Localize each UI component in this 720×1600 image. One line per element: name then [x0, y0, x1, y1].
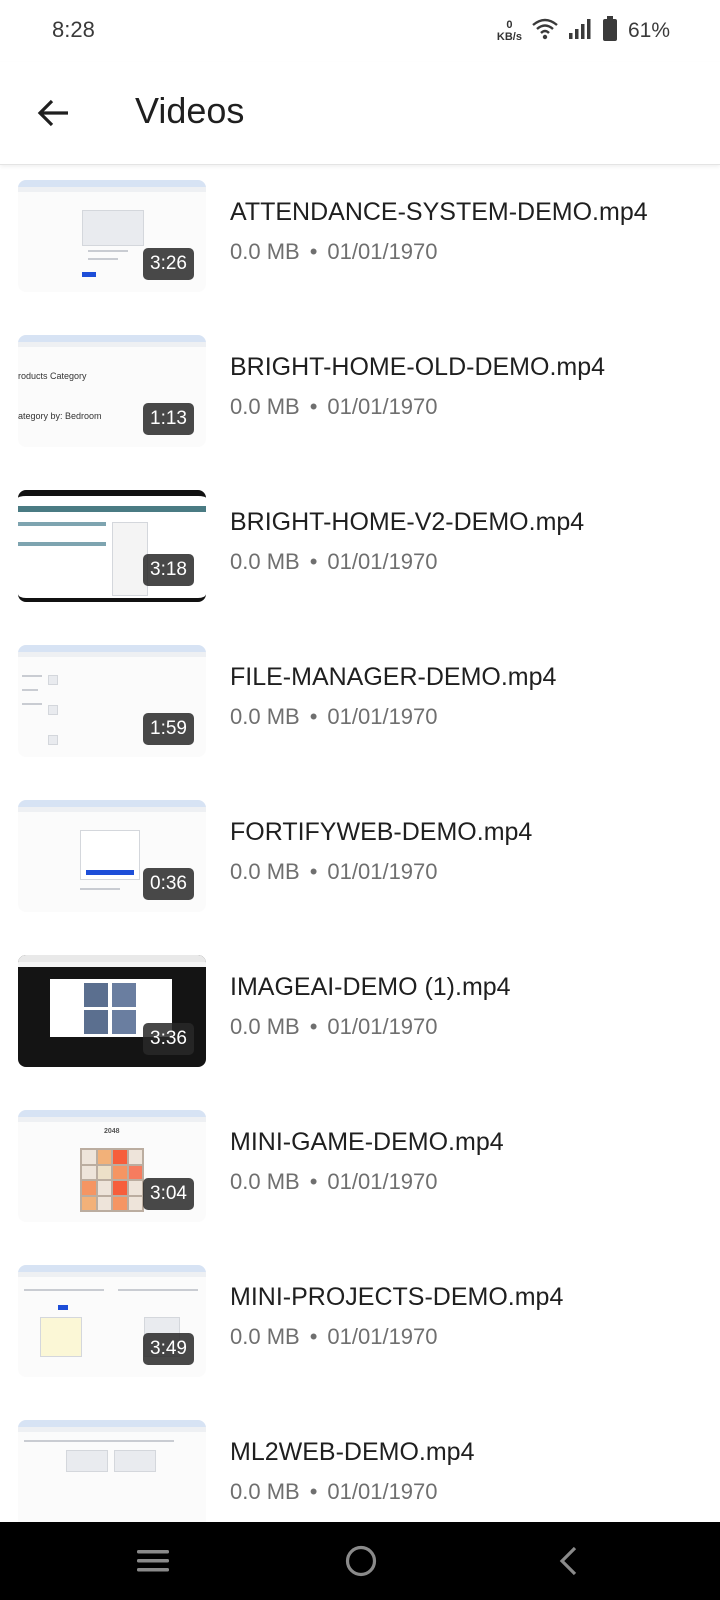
video-duration: 3:04 — [143, 1178, 194, 1210]
system-nav-bar — [0, 1522, 720, 1600]
back-triangle-icon — [559, 1546, 577, 1576]
video-size: 0.0 MB — [230, 1014, 300, 1039]
recents-icon — [137, 1550, 169, 1572]
battery-percent: 61% — [627, 19, 670, 42]
video-title: MINI-PROJECTS-DEMO.mp4 — [230, 1283, 564, 1311]
video-item[interactable]: roducts Category ategory by: Bedroom 1:1… — [0, 321, 720, 479]
meta-separator: • — [309, 859, 318, 884]
video-date: 01/01/1970 — [327, 1014, 438, 1039]
meta-separator: • — [309, 549, 318, 574]
video-item[interactable]: 3:49 MINI-PROJECTS-DEMO.mp4 0.0 MB • 01/01… — [0, 1251, 720, 1409]
video-size: 0.0 MB — [230, 1324, 300, 1349]
net-speed-indicator: 0 KB/s — [497, 19, 522, 43]
video-date: 01/01/1970 — [327, 1324, 438, 1349]
video-size: 0.0 MB — [230, 1169, 300, 1194]
video-size: 0.0 MB — [230, 859, 300, 884]
back-nav-button[interactable] — [538, 1536, 598, 1586]
meta-separator: • — [309, 1014, 318, 1039]
video-size: 0.0 MB — [230, 704, 300, 729]
video-size: 0.0 MB — [230, 549, 300, 574]
meta-separator: • — [309, 1479, 318, 1504]
arrow-left-icon — [37, 99, 68, 127]
video-size: 0.0 MB — [230, 1479, 300, 1504]
video-item[interactable]: ML2WEB-DEMO.mp4 0.0 MB • 01/01/1970 — [0, 1406, 720, 1522]
meta-separator: • — [309, 1169, 318, 1194]
video-thumbnail: 3:18 — [18, 490, 206, 602]
recents-button[interactable] — [123, 1536, 183, 1586]
video-meta: 0.0 MB • 01/01/1970 — [230, 394, 438, 420]
signal-icon — [568, 18, 592, 45]
home-icon — [345, 1545, 377, 1577]
video-title: ATTENDANCE-SYSTEM-DEMO.mp4 — [230, 198, 648, 226]
video-meta: 0.0 MB • 01/01/1970 — [230, 704, 438, 730]
video-meta: 0.0 MB • 01/01/1970 — [230, 1169, 438, 1195]
meta-separator: • — [309, 394, 318, 419]
video-date: 01/01/1970 — [327, 549, 438, 574]
video-thumbnail: roducts Category ategory by: Bedroom 1:1… — [18, 335, 206, 447]
video-meta: 0.0 MB • 01/01/1970 — [230, 239, 438, 265]
page-title: Videos — [135, 90, 245, 131]
video-item[interactable]: 2048 3:04 MINI-GAME-DEMO.mp4 0.0 MB • 01/0… — [0, 1096, 720, 1254]
video-title: IMAGEAI-DEMO (1).mp4 — [230, 973, 511, 1001]
video-size: 0.0 MB — [230, 394, 300, 419]
video-date: 01/01/1970 — [327, 1479, 438, 1504]
thumb-game-title: 2048 — [104, 1128, 120, 1135]
app-bar: Videos — [0, 62, 720, 165]
video-thumbnail: 3:26 — [18, 180, 206, 292]
video-title: FILE-MANAGER-DEMO.mp4 — [230, 663, 557, 691]
home-button[interactable] — [331, 1536, 391, 1586]
video-date: 01/01/1970 — [327, 1169, 438, 1194]
video-duration: 0:36 — [143, 868, 194, 900]
status-time: 8:28 — [52, 17, 95, 42]
video-duration: 1:59 — [143, 713, 194, 745]
thumb-subheading: ategory by: Bedroom — [18, 411, 102, 421]
thumb-heading: roducts Category — [18, 371, 87, 381]
game-board — [80, 1148, 144, 1212]
video-date: 01/01/1970 — [327, 859, 438, 884]
video-duration: 3:36 — [143, 1023, 194, 1055]
video-item[interactable]: 3:18 BRIGHT-HOME-V2-DEMO.mp4 0.0 MB • 01/0… — [0, 476, 720, 634]
video-meta: 0.0 MB • 01/01/1970 — [230, 859, 438, 885]
video-thumbnail: 2048 3:04 — [18, 1110, 206, 1222]
meta-separator: • — [309, 1324, 318, 1349]
meta-separator: • — [309, 704, 318, 729]
video-item[interactable]: 0:36 FORTIFYWEB-DEMO.mp4 0.0 MB • 01/01/19… — [0, 786, 720, 944]
video-thumbnail: 3:49 — [18, 1265, 206, 1377]
video-meta: 0.0 MB • 01/01/1970 — [230, 1479, 438, 1505]
battery-icon — [602, 15, 618, 47]
net-speed-unit: KB/s — [496, 31, 522, 43]
back-button[interactable] — [28, 88, 78, 138]
video-title: ML2WEB-DEMO.mp4 — [230, 1438, 475, 1466]
video-duration: 1:13 — [143, 403, 194, 435]
video-thumbnail: 3:36 — [18, 955, 206, 1067]
status-icons: 0 KB/s 61% — [497, 14, 670, 48]
video-title: BRIGHT-HOME-OLD-DEMO.mp4 — [230, 353, 606, 381]
video-item[interactable]: 1:59 FILE-MANAGER-DEMO.mp4 0.0 MB • 01/01/… — [0, 631, 720, 789]
net-speed-value: 0 — [506, 19, 513, 31]
video-list[interactable]: 3:26 ATTENDANCE-SYSTEM-DEMO.mp4 0.0 MB • 0… — [0, 166, 720, 1522]
video-item[interactable]: 3:26 ATTENDANCE-SYSTEM-DEMO.mp4 0.0 MB • 0… — [0, 166, 720, 324]
video-size: 0.0 MB — [230, 239, 300, 264]
video-date: 01/01/1970 — [327, 239, 438, 264]
video-duration: 3:49 — [143, 1333, 194, 1365]
video-meta: 0.0 MB • 01/01/1970 — [230, 549, 438, 575]
meta-separator: • — [309, 239, 318, 264]
video-item[interactable]: 3:36 IMAGEAI-DEMO (1).mp4 0.0 MB • 01/01/1… — [0, 941, 720, 1099]
video-title: FORTIFYWEB-DEMO.mp4 — [230, 818, 533, 846]
status-bar: 8:28 0 KB/s 61% — [0, 0, 720, 62]
video-title: MINI-GAME-DEMO.mp4 — [230, 1128, 504, 1156]
video-date: 01/01/1970 — [327, 394, 438, 419]
wifi-icon — [532, 18, 558, 45]
video-thumbnail: 1:59 — [18, 645, 206, 757]
video-duration: 3:18 — [143, 554, 194, 586]
video-thumbnail: 0:36 — [18, 800, 206, 912]
video-thumbnail — [18, 1420, 206, 1522]
video-duration: 3:26 — [143, 248, 194, 280]
video-title: BRIGHT-HOME-V2-DEMO.mp4 — [230, 508, 585, 536]
video-meta: 0.0 MB • 01/01/1970 — [230, 1324, 438, 1350]
video-meta: 0.0 MB • 01/01/1970 — [230, 1014, 438, 1040]
video-date: 01/01/1970 — [327, 704, 438, 729]
